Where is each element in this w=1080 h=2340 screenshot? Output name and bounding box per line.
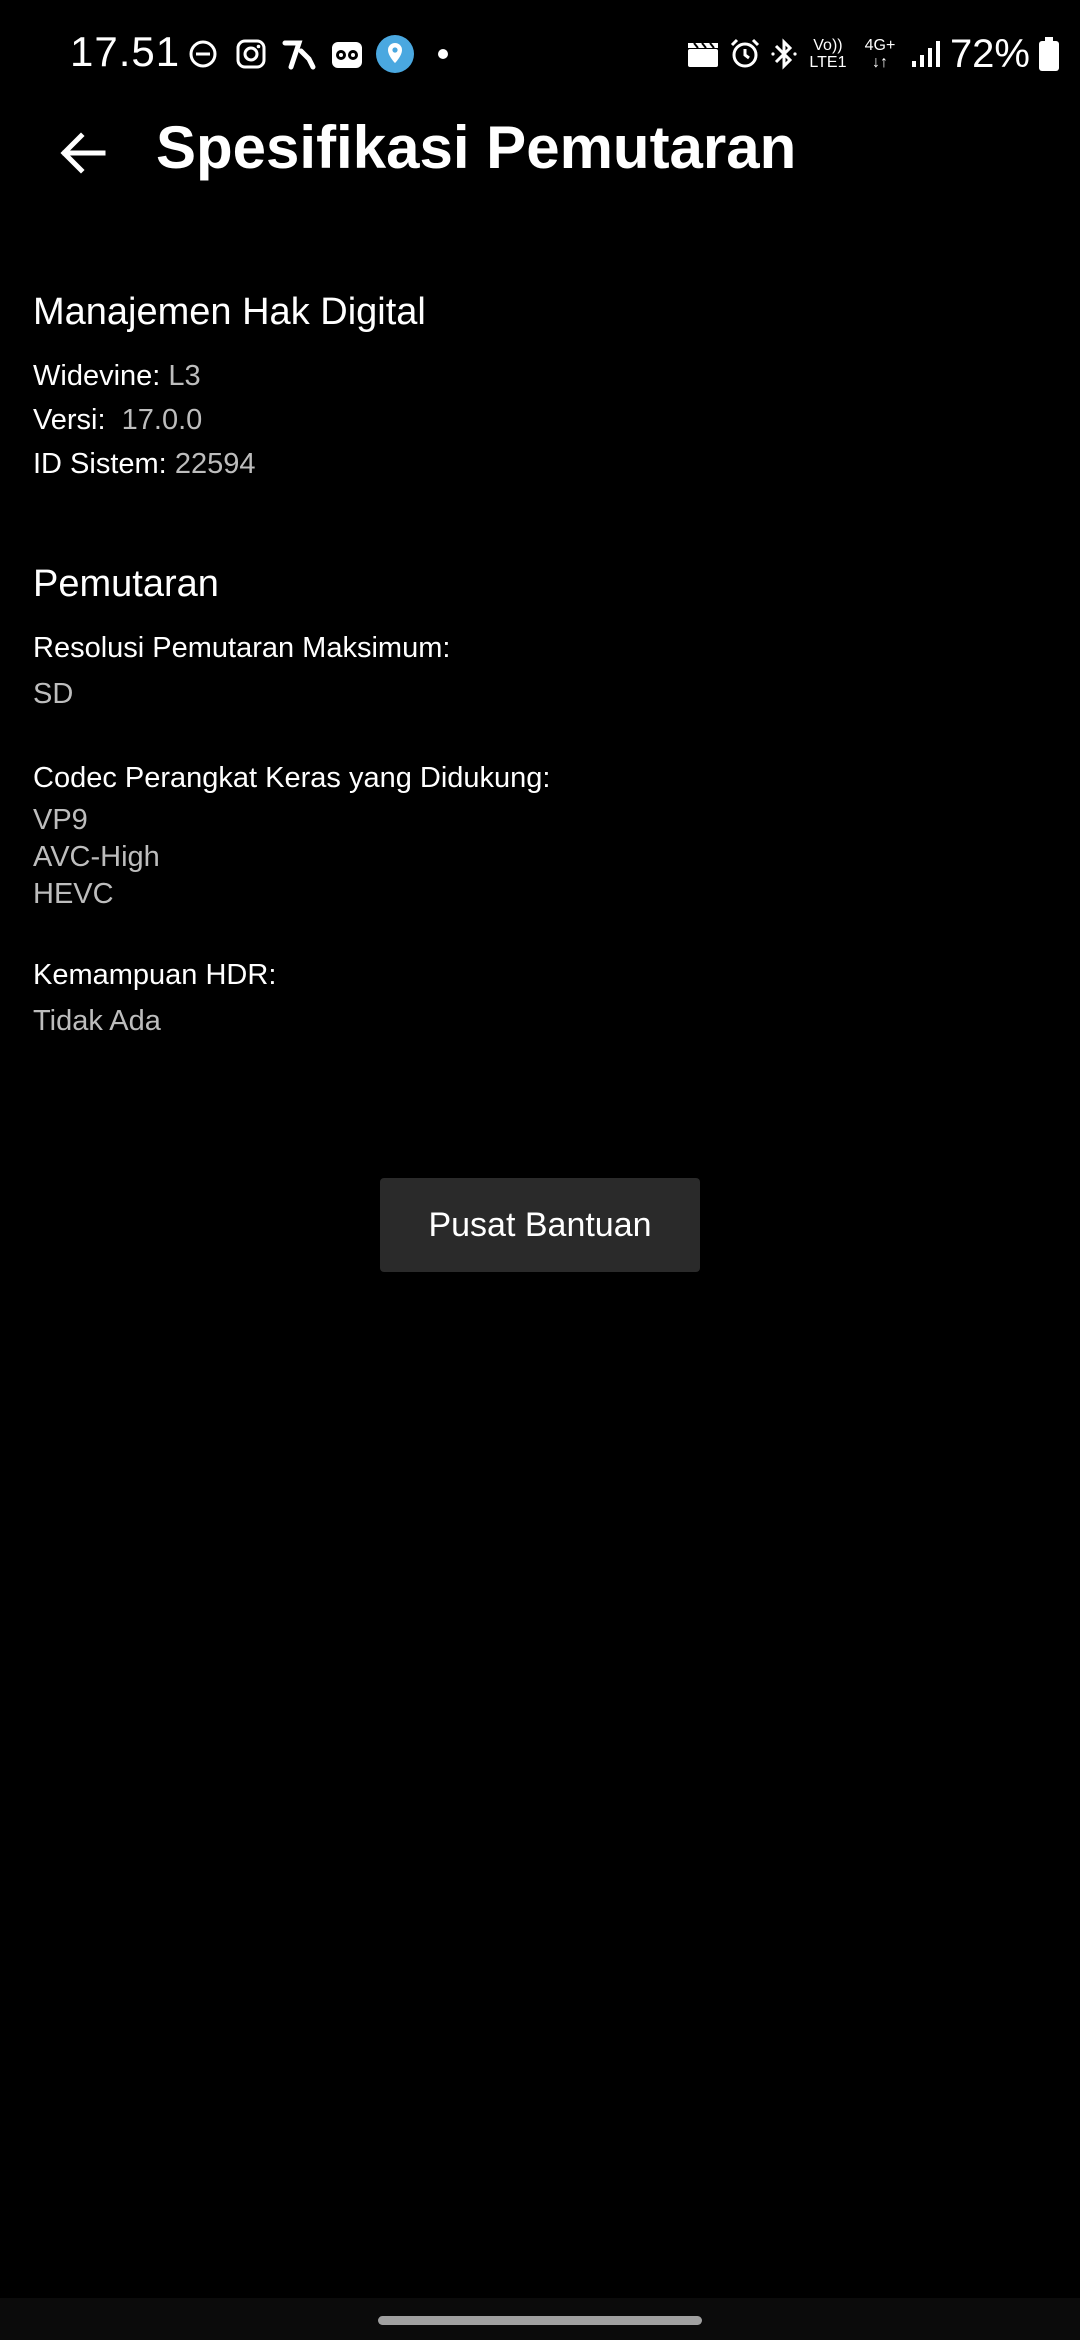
alarm-icon	[728, 37, 762, 71]
content: Manajemen Hak Digital Widevine: L3 Versi…	[33, 288, 1033, 1083]
playback-section: Pemutaran Resolusi Pemutaran Maksimum: S…	[33, 560, 1033, 1043]
codec-block: Codec Perangkat Keras yang Didukung: VP9…	[33, 756, 1033, 913]
page-title: Spesifikasi Pemutaran	[156, 114, 797, 181]
codec-label: Codec Perangkat Keras yang Didukung:	[33, 762, 551, 794]
hdr-label: Kemampuan HDR:	[33, 959, 277, 991]
max-resolution-value: SD	[33, 678, 74, 710]
network-volte: Vo))	[813, 37, 843, 54]
instagram-icon	[228, 32, 274, 76]
battery-icon	[1038, 36, 1060, 72]
back-button[interactable]	[50, 120, 116, 186]
system-id-label: ID Sistem:	[33, 448, 167, 480]
drm-section-title: Manajemen Hak Digital	[33, 291, 426, 333]
network-type: Vo)) LTE1	[806, 37, 850, 71]
widevine-value: L3	[168, 360, 201, 392]
app-icon	[276, 32, 322, 76]
list-item: VP9	[33, 804, 88, 836]
list-item: AVC-High	[33, 841, 160, 873]
battery-percentage: 72%	[949, 31, 1030, 76]
version-value: 17.0.0	[121, 404, 203, 436]
widevine-row: Widevine: L3	[33, 354, 1033, 398]
tripadvisor-icon	[324, 32, 370, 76]
bluetooth-icon	[770, 37, 798, 71]
data-type: 4G+ ↓↑	[858, 37, 902, 71]
data-arrows: ↓↑	[871, 54, 888, 71]
dot-icon	[420, 32, 466, 76]
list-item: HEVC	[33, 878, 114, 910]
hdr-block: Kemampuan HDR: Tidak Ada	[33, 953, 1033, 1043]
system-id-value: 22594	[174, 448, 256, 480]
arrow-left-icon	[60, 132, 106, 174]
signal-icon	[910, 39, 942, 69]
hdr-value: Tidak Ada	[33, 1005, 161, 1037]
max-resolution-label: Resolusi Pemutaran Maksimum:	[33, 632, 451, 664]
maps-icon	[372, 32, 418, 76]
playback-section-title: Pemutaran	[33, 563, 219, 605]
home-indicator[interactable]	[378, 2316, 702, 2325]
max-resolution-block: Resolusi Pemutaran Maksimum: SD	[33, 626, 1033, 716]
data-4g: 4G+	[864, 37, 896, 54]
status-right-icons: Vo)) LTE1 4G+ ↓↑ 72%	[678, 28, 1060, 80]
version-row: Versi: 17.0.0	[33, 398, 1033, 442]
header: Spesifikasi Pemutaran	[0, 108, 1080, 188]
system-id-row: ID Sistem: 22594	[33, 442, 1033, 486]
help-center-button[interactable]: Pusat Bantuan	[380, 1178, 700, 1272]
widevine-label: Widevine:	[33, 360, 161, 392]
status-time: 17.51	[70, 28, 181, 75]
drm-section: Manajemen Hak Digital Widevine: L3 Versi…	[33, 288, 1033, 486]
navigation-bar	[0, 2298, 1080, 2340]
codec-list: VP9 AVC-High HEVC	[33, 802, 1033, 913]
status-bar: 17.51 Vo)) LTE1 4G+ ↓↑ 72%	[0, 0, 1080, 108]
clapperboard-icon	[686, 39, 720, 69]
status-left-icons	[180, 32, 468, 76]
network-lte: LTE1	[809, 54, 847, 71]
dnd-icon	[180, 32, 226, 76]
version-label: Versi:	[33, 404, 106, 436]
